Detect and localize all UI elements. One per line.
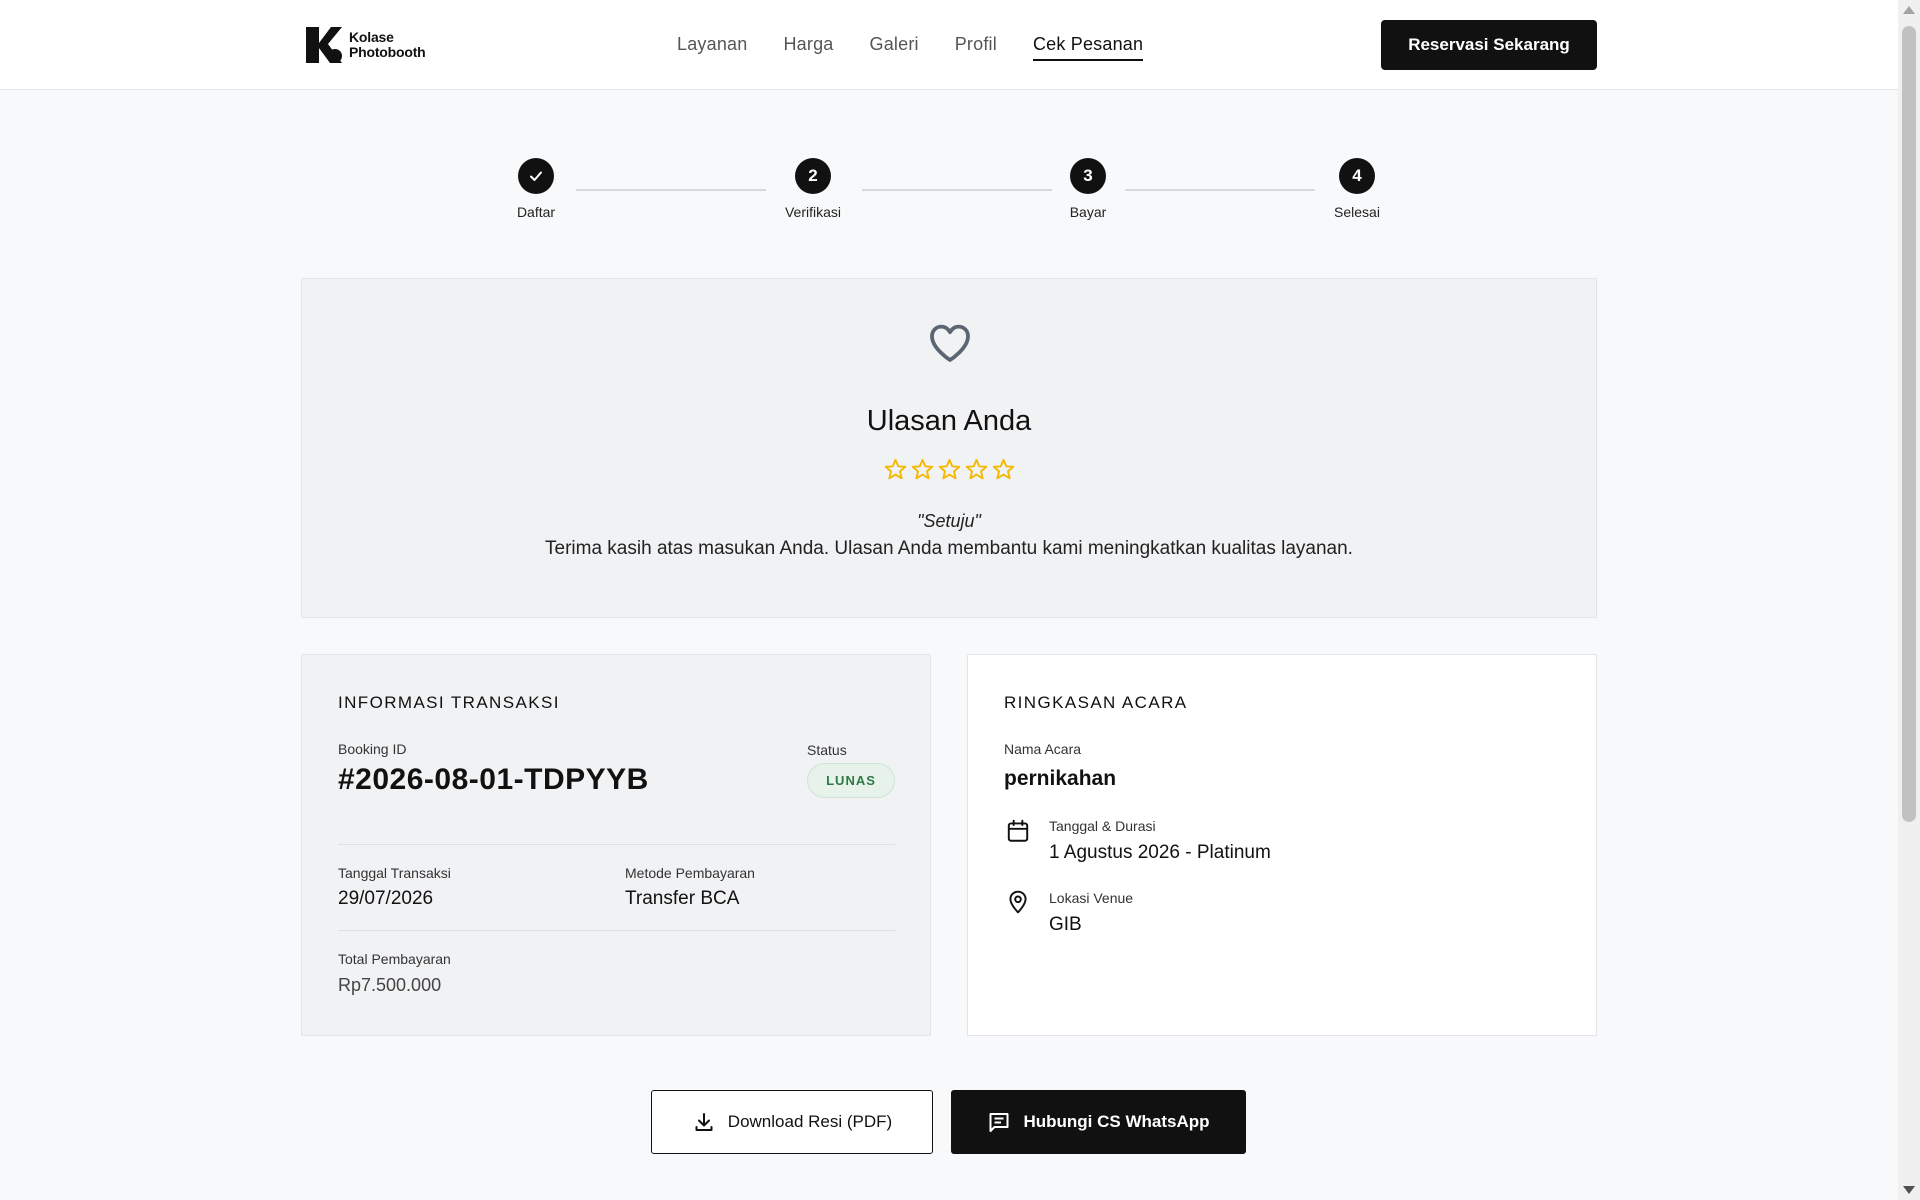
whatsapp-cs-button[interactable]: Hubungi CS WhatsApp	[951, 1090, 1246, 1154]
star-icon[interactable]	[991, 457, 1016, 482]
download-button-label: Download Resi (PDF)	[727, 1112, 893, 1131]
transaction-info-card: INFORMASI TRANSAKSI Booking ID #2026-08-…	[301, 654, 931, 1036]
event-name-label: Nama Acara	[1004, 741, 1082, 757]
main-nav: Layanan Harga Galeri Profil Cek Pesanan	[677, 34, 1144, 61]
star-icon[interactable]	[883, 457, 908, 482]
nav-harga[interactable]: Harga	[783, 34, 833, 61]
venue-label: Lokasi Venue	[1049, 890, 1134, 906]
payment-method-value: Transfer BCA	[625, 888, 740, 909]
step-connector	[862, 189, 1052, 191]
step-done-marker	[518, 158, 554, 194]
review-card: Ulasan Anda "Setuju" Terima kasih atas m…	[301, 278, 1597, 618]
star-icon[interactable]	[910, 457, 935, 482]
location-pin-icon	[1009, 890, 1027, 914]
scroll-thumb[interactable]	[1902, 26, 1916, 822]
brand-name: Kolase Photobooth	[349, 30, 426, 60]
event-name-value: pernikahan	[1004, 767, 1117, 790]
top-navbar: Kolase Photobooth Layanan Harga Galeri P…	[0, 0, 1898, 90]
scroll-down-arrow-icon[interactable]	[1903, 1186, 1915, 1194]
transaction-section-title: INFORMASI TRANSAKSI	[338, 693, 560, 712]
divider	[338, 844, 895, 845]
step-connector	[576, 189, 766, 191]
total-payment-label: Total Pembayaran	[338, 951, 451, 967]
total-payment-value: Rp7.500.000	[338, 975, 442, 995]
event-section-title: RINGKASAN ACARA	[1004, 693, 1188, 712]
transaction-date-label: Tanggal Transaksi	[338, 865, 451, 881]
page-scrollbar[interactable]	[1898, 0, 1920, 1200]
step-daftar: Daftar	[486, 158, 586, 220]
step-label: Daftar	[516, 204, 556, 220]
download-icon	[695, 1113, 713, 1131]
booking-id-label: Booking ID	[338, 741, 407, 757]
star-rating	[302, 457, 1596, 482]
brand-name-line1: Kolase	[349, 29, 394, 45]
nav-cek-pesanan[interactable]: Cek Pesanan	[1032, 34, 1144, 61]
divider	[338, 930, 895, 931]
step-number: 2	[795, 158, 831, 194]
download-receipt-button[interactable]: Download Resi (PDF)	[651, 1090, 933, 1154]
status-label: Status	[807, 742, 847, 758]
nav-profil[interactable]: Profil	[955, 34, 997, 61]
step-number: 3	[1070, 158, 1106, 194]
event-date-value: 1 Agustus 2026 - Platinum	[1049, 842, 1271, 863]
event-summary-card: RINGKASAN ACARA Nama Acara pernikahan Ta…	[967, 654, 1597, 1036]
booking-id-value: #2026-08-01-TDPYYB	[338, 763, 649, 796]
payment-method-label: Metode Pembayaran	[625, 865, 755, 881]
calendar-icon	[1007, 819, 1029, 842]
review-thanks-text: Terima kasih atas masukan Anda. Ulasan A…	[545, 538, 1353, 559]
star-icon[interactable]	[964, 457, 989, 482]
review-quote: "Setuju"	[917, 511, 981, 531]
step-number: 4	[1339, 158, 1375, 194]
venue-value: GIB	[1049, 914, 1082, 935]
step-selesai: 4 Selesai	[1307, 158, 1407, 220]
nav-layanan[interactable]: Layanan	[677, 34, 747, 61]
heart-icon	[930, 324, 970, 362]
status-badge: LUNAS	[807, 763, 895, 798]
reservasi-button[interactable]: Reservasi Sekarang	[1381, 20, 1597, 70]
event-date-label: Tanggal & Durasi	[1049, 818, 1156, 834]
progress-stepper: Daftar 2 Verifikasi 3 Bayar 4 Selesai	[0, 158, 1898, 228]
whatsapp-button-label: Hubungi CS WhatsApp	[1023, 1112, 1210, 1131]
step-label: Bayar	[1069, 204, 1107, 220]
nav-galeri[interactable]: Galeri	[870, 34, 919, 61]
scroll-up-arrow-icon[interactable]	[1903, 6, 1915, 14]
brand-logo[interactable]: Kolase Photobooth	[304, 25, 426, 65]
step-connector	[1125, 189, 1315, 191]
step-bayar: 3 Bayar	[1038, 158, 1138, 220]
step-label: Selesai	[1334, 204, 1380, 220]
chat-icon	[989, 1113, 1009, 1132]
k-logo-icon	[306, 27, 342, 63]
transaction-date-value: 29/07/2026	[338, 888, 434, 909]
step-label: Verifikasi	[784, 204, 842, 220]
brand-name-line2: Photobooth	[349, 44, 426, 60]
check-icon	[530, 171, 542, 181]
review-title: Ulasan Anda	[866, 405, 1032, 437]
star-icon[interactable]	[937, 457, 962, 482]
status-wrapper: LUNAS	[807, 763, 895, 798]
step-verifikasi: 2 Verifikasi	[763, 158, 863, 220]
